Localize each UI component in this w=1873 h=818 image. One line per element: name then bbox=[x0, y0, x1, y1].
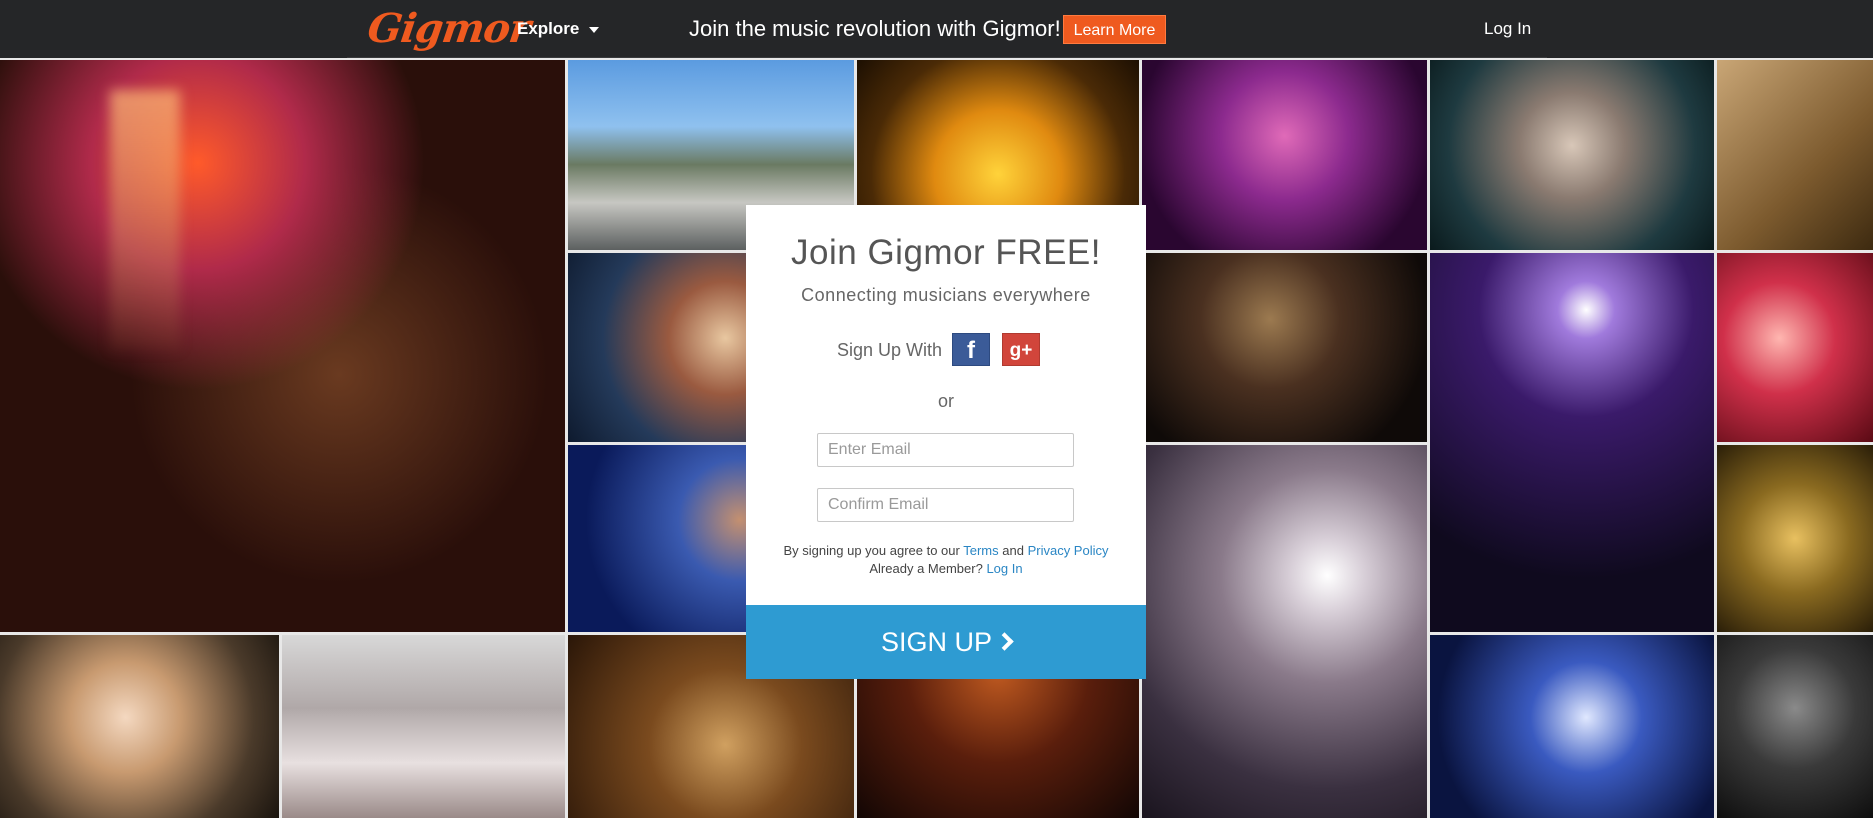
photo-face-paint bbox=[1430, 635, 1714, 818]
signup-title: Join Gigmor FREE! bbox=[791, 233, 1101, 272]
photo-guitarist-and-drummer bbox=[0, 60, 565, 632]
legal-and: and bbox=[1002, 543, 1024, 558]
member-line: Already a Member? Log In bbox=[746, 560, 1146, 578]
explore-menu[interactable]: Explore bbox=[517, 18, 600, 40]
photo-dark-portrait bbox=[1717, 635, 1873, 818]
photo-drum-kit bbox=[282, 635, 565, 818]
caret-down-icon bbox=[589, 27, 600, 33]
sign-up-button[interactable]: SIGN UP bbox=[746, 605, 1146, 679]
photo-singer-red bbox=[1717, 253, 1873, 442]
terms-line: By signing up you agree to our Terms and… bbox=[746, 542, 1146, 560]
photo-drummer-purple bbox=[1142, 60, 1427, 250]
google-plus-signup-button[interactable]: g+ bbox=[1002, 333, 1040, 366]
confirm-email-field[interactable] bbox=[817, 488, 1074, 522]
member-login-link[interactable]: Log In bbox=[986, 561, 1022, 576]
login-link[interactable]: Log In bbox=[1484, 18, 1531, 40]
promo-text: Join the music revolution with Gigmor! bbox=[689, 16, 1061, 41]
learn-more-button[interactable]: Learn More bbox=[1063, 15, 1166, 44]
legal-prefix: By signing up you agree to our bbox=[783, 543, 960, 558]
photo-saxophonist bbox=[1142, 253, 1427, 442]
photo-acoustic-guitarist bbox=[1717, 60, 1873, 250]
sign-up-label: SIGN UP bbox=[880, 627, 993, 657]
terms-link[interactable]: Terms bbox=[963, 543, 998, 558]
gigmor-logo[interactable]: Gigmor bbox=[364, 4, 533, 54]
explore-label: Explore bbox=[517, 19, 580, 38]
top-navigation-bar: Gigmor Explore Join the music revolution… bbox=[0, 0, 1873, 58]
photo-guitarist-stage bbox=[1430, 253, 1714, 632]
legal-notice: By signing up you agree to our Terms and… bbox=[746, 542, 1146, 578]
google-plus-icon: g+ bbox=[1009, 340, 1033, 361]
signup-with-label: Sign Up With bbox=[837, 340, 943, 360]
or-divider: or bbox=[937, 391, 954, 411]
chevron-right-icon bbox=[995, 632, 1014, 651]
signup-subtitle: Connecting musicians everywhere bbox=[801, 285, 1091, 305]
photo-performer-gold bbox=[1717, 445, 1873, 632]
social-signup-row: Sign Up With f g+ bbox=[746, 333, 1146, 367]
email-field[interactable] bbox=[817, 433, 1074, 467]
signup-card: Join Gigmor FREE! Connecting musicians e… bbox=[746, 205, 1146, 679]
facebook-icon: f bbox=[967, 337, 975, 364]
photo-guitarist-smoke bbox=[1142, 445, 1427, 818]
privacy-policy-link[interactable]: Privacy Policy bbox=[1028, 543, 1109, 558]
photo-woman-portrait bbox=[1430, 60, 1714, 250]
photo-blonde-singer bbox=[0, 635, 279, 818]
member-prefix: Already a Member? bbox=[869, 561, 983, 576]
facebook-signup-button[interactable]: f bbox=[952, 333, 990, 366]
